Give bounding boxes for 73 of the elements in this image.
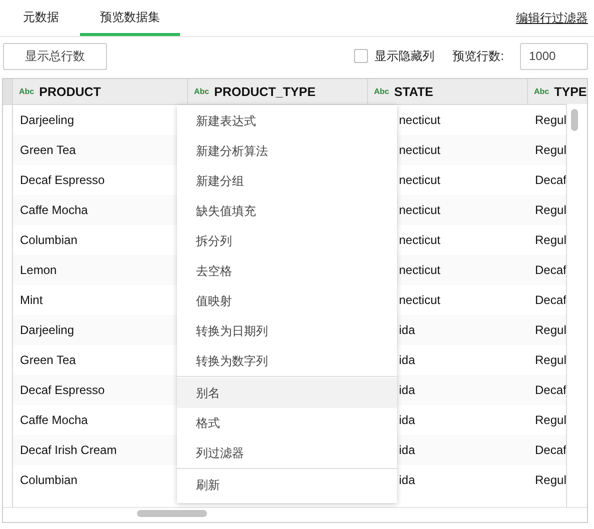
table-cell: necticut (399, 113, 440, 127)
menu-item[interactable]: 转换为数字列 (177, 346, 397, 377)
show-hidden-columns-label: 显示隐藏列 (374, 48, 435, 64)
column-header[interactable]: Abc PRODUCT (13, 79, 188, 104)
show-total-rows-button[interactable]: 显示总行数 (3, 42, 107, 70)
preview-rows-label: 预览行数: (452, 48, 504, 64)
table-cell: necticut (399, 173, 440, 187)
table-cell: necticut (399, 293, 440, 307)
table-cell: Darjeeling (20, 113, 74, 127)
table-cell: Darjeeling (20, 323, 74, 337)
table-cell: Regul (535, 323, 566, 337)
table-cell: necticut (399, 143, 440, 157)
column-name: TYPE (554, 84, 587, 98)
column-name: PRODUCT (39, 84, 101, 98)
column-header[interactable]: Abc STATE (368, 79, 528, 104)
menu-item[interactable]: 格式 (177, 408, 397, 438)
table-cell: ida (399, 383, 416, 397)
scrollbar-thumb[interactable] (137, 510, 207, 517)
table-cell: Decaf (535, 263, 566, 277)
table-cell: Caffe Mocha (20, 413, 88, 427)
menu-item[interactable]: 转换为日期列 (177, 316, 397, 346)
table-cell: ida (399, 323, 416, 337)
table-cell: ida (399, 443, 416, 457)
table-cell: Lemon (20, 263, 57, 277)
type-label: Abc (19, 87, 34, 96)
table-cell: ida (399, 353, 416, 367)
preview-rows-field[interactable]: 1000 (520, 42, 588, 70)
table-cell: ida (399, 473, 416, 487)
menu-item[interactable]: 拆分列 (177, 226, 397, 256)
type-label: Abc (194, 87, 210, 96)
table-cell: Regul (535, 113, 566, 127)
table-cell: Green Tea (20, 353, 76, 367)
table-cell: Columbian (20, 473, 78, 487)
tab[interactable]: 元数据 (2, 0, 80, 36)
table-cell: Decaf (535, 383, 566, 397)
table-cell: Columbian (20, 233, 78, 247)
menu-item[interactable]: 新建分组 (177, 166, 397, 196)
column-name: STATE (394, 84, 434, 98)
table-cell: Regul (535, 413, 566, 427)
tab[interactable]: 预览数据集 (80, 0, 180, 36)
table-cell: necticut (399, 263, 440, 277)
table-cell: Decaf (535, 443, 566, 457)
menu-item[interactable]: 缺失值填充 (177, 196, 397, 226)
table-cell: Green Tea (20, 143, 76, 157)
checkbox[interactable] (354, 49, 368, 63)
menu-item[interactable]: 别名 (177, 378, 397, 408)
table-cell: Mint (20, 293, 43, 307)
menu-item[interactable]: 值映射 (177, 286, 397, 316)
column-header[interactable]: Abc PRODUCT_TYPE (188, 79, 368, 104)
menu-item[interactable]: 去空格 (177, 256, 397, 286)
scrollbar-thumb[interactable] (571, 109, 578, 131)
table-cell: Regul (535, 353, 566, 367)
column-name: PRODUCT_TYPE (214, 84, 316, 98)
table-cell: Decaf Irish Cream (20, 443, 117, 457)
table-cell: Regul (535, 233, 566, 247)
edit-filter-link[interactable]: 编辑行过滤器 (516, 10, 588, 27)
menu-item[interactable]: 新建分析算法 (177, 136, 397, 166)
table-cell: ida (399, 413, 416, 427)
table-cell: Decaf Espresso (20, 383, 105, 397)
table-cell: Decaf Espresso (20, 173, 105, 187)
table-cell: Regul (535, 143, 566, 157)
table-cell: Regul (535, 473, 566, 487)
table-cell: Caffe Mocha (20, 203, 88, 217)
menu-item[interactable]: 刷新 (177, 470, 397, 500)
table-cell: necticut (399, 233, 440, 247)
table-cell: necticut (399, 203, 440, 217)
table-cell: Decaf (535, 293, 566, 307)
type-label: Abc (374, 87, 390, 96)
table-cell: Decaf (535, 173, 566, 187)
type-label: Abc (534, 87, 550, 96)
menu-item[interactable]: 新建表达式 (177, 106, 397, 136)
menu-item[interactable]: 列过滤器 (177, 438, 397, 469)
table-cell: Regul (535, 203, 566, 217)
